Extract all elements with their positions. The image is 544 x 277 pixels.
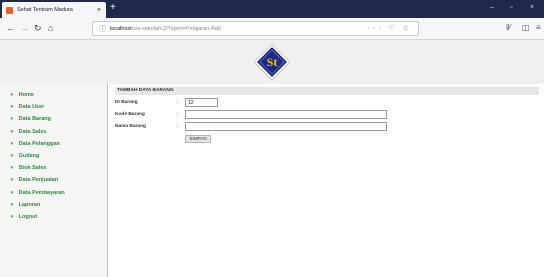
sidebar-item-label: Data User bbox=[18, 104, 45, 111]
sidebar-item-label: Laporan bbox=[18, 201, 41, 208]
new-tab-button[interactable]: + bbox=[110, 2, 116, 14]
bullet-icon: ● bbox=[10, 189, 14, 196]
kode-barang-label: Kode Barang bbox=[115, 112, 145, 117]
sidebar-item-data-sales[interactable]: ● Data Sales bbox=[0, 126, 107, 138]
id-barang-input[interactable] bbox=[185, 98, 218, 107]
sidebar-item-label: Logout bbox=[18, 213, 38, 220]
maximize-icon[interactable]: ▫ bbox=[510, 3, 512, 13]
kode-barang-input[interactable] bbox=[185, 110, 387, 119]
sidebar-item-logout[interactable]: ● Logout bbox=[0, 211, 107, 223]
bullet-icon: ● bbox=[10, 201, 14, 208]
page-actions-icon[interactable]: ··· ♡ ☆ bbox=[368, 24, 412, 32]
nama-barang-input[interactable] bbox=[185, 122, 387, 131]
sidebar-item-label: Data Sales bbox=[18, 128, 47, 135]
url-path: /sia-sekolah-2/?open=Pelajaran-Add bbox=[131, 25, 221, 32]
colon: : bbox=[177, 123, 179, 130]
form-title: TAMBAH DATA BARANG bbox=[115, 87, 539, 95]
sidebar-item-data-pelanggan[interactable]: ● Data Pelanggan bbox=[0, 138, 107, 150]
simpan-button[interactable]: SIMPAN bbox=[185, 135, 211, 143]
main-content: TAMBAH DATA BARANG ID Barang : Kode Bara… bbox=[115, 87, 539, 143]
bullet-icon: ● bbox=[10, 177, 14, 184]
sidebar-item-data-penjualan[interactable]: ● Data Penjualan bbox=[0, 174, 107, 186]
logo-text: St bbox=[267, 55, 278, 69]
bullet-icon: ● bbox=[10, 92, 14, 99]
sidebar-item-data-user[interactable]: ● Data User bbox=[0, 101, 107, 113]
bullet-icon: ● bbox=[10, 165, 14, 172]
bullet-icon: ● bbox=[10, 213, 14, 220]
sidebar-item-stok-sales[interactable]: ● Stok Sales bbox=[0, 162, 107, 174]
sidebar-item-label: Stok Sales bbox=[18, 165, 47, 172]
favicon-icon bbox=[6, 6, 13, 14]
back-icon[interactable]: ← bbox=[6, 22, 15, 34]
form-row-id-barang: ID Barang : bbox=[115, 98, 218, 107]
header-banner: St bbox=[0, 40, 544, 84]
browser-tab[interactable]: Sehat Tentram Madura × bbox=[2, 2, 106, 18]
tab-close-icon[interactable]: × bbox=[97, 7, 101, 14]
minimize-icon[interactable]: – bbox=[490, 3, 494, 13]
home-icon[interactable]: ⌂ bbox=[48, 22, 53, 34]
bullet-icon: ● bbox=[10, 153, 14, 160]
window-close-icon[interactable]: × bbox=[530, 3, 534, 13]
form-row-kode-barang: Kode Barang : bbox=[115, 110, 387, 119]
sidebar-item-label: Data Pelanggan bbox=[18, 140, 60, 147]
logo: St bbox=[253, 43, 291, 81]
nama-barang-label: Nama Barang bbox=[115, 124, 146, 129]
sidebar-item-label: Data Pembayaran bbox=[18, 189, 65, 196]
info-icon[interactable]: ⓘ bbox=[99, 24, 106, 34]
address-bar[interactable]: ⓘ localhost /sia-sekolah-2/?open=Pelajar… bbox=[92, 21, 419, 36]
id-barang-label: ID Barang bbox=[115, 100, 138, 105]
reload-icon[interactable]: ↻ bbox=[34, 22, 42, 34]
sidebar-item-label: Data Barang bbox=[18, 116, 52, 123]
sidebar-item-data-barang[interactable]: ● Data Barang bbox=[0, 113, 107, 125]
sidebar-item-label: Home bbox=[18, 92, 34, 99]
sidebar-item-label: Data Penjualan bbox=[18, 177, 59, 184]
sidebar-item-gudang[interactable]: ● Gudang bbox=[0, 150, 107, 162]
sidebar-item-home[interactable]: ● Home bbox=[0, 89, 107, 101]
library-icon[interactable]: ‖⁄ bbox=[506, 22, 511, 34]
browser-navbar: ← → ↻ ⌂ ⓘ localhost /sia-sekolah-2/?open… bbox=[0, 18, 544, 40]
forward-icon[interactable]: → bbox=[20, 22, 29, 34]
bullet-icon: ● bbox=[10, 140, 14, 147]
bullet-icon: ● bbox=[10, 128, 14, 135]
page: St ● Home ● Data User ● Data Barang ● Data Sale… bbox=[0, 40, 544, 277]
sidebar-item-label: Gudang bbox=[18, 153, 40, 160]
bullet-icon: ● bbox=[10, 116, 14, 123]
form-row-nama-barang: Nama Barang : bbox=[115, 122, 387, 131]
sidebar: ● Home ● Data User ● Data Barang ● Data Sales ● D… bbox=[0, 84, 108, 277]
menu-icon[interactable]: ≡ bbox=[536, 22, 541, 34]
sidebar-item-data-pembayaran[interactable]: ● Data Pembayaran bbox=[0, 187, 107, 199]
sidebar-item-laporan[interactable]: ● Laporan bbox=[0, 199, 107, 211]
colon: : bbox=[177, 111, 179, 118]
url-host: localhost bbox=[110, 25, 132, 32]
bullet-icon: ● bbox=[10, 104, 14, 111]
tab-title: Sehat Tentram Madura bbox=[17, 7, 73, 13]
browser-tabbar: Sehat Tentram Madura × + – ▫ × bbox=[0, 0, 544, 18]
colon: : bbox=[177, 99, 179, 106]
sidebar-toggle-icon[interactable]: ◫ bbox=[522, 22, 530, 34]
